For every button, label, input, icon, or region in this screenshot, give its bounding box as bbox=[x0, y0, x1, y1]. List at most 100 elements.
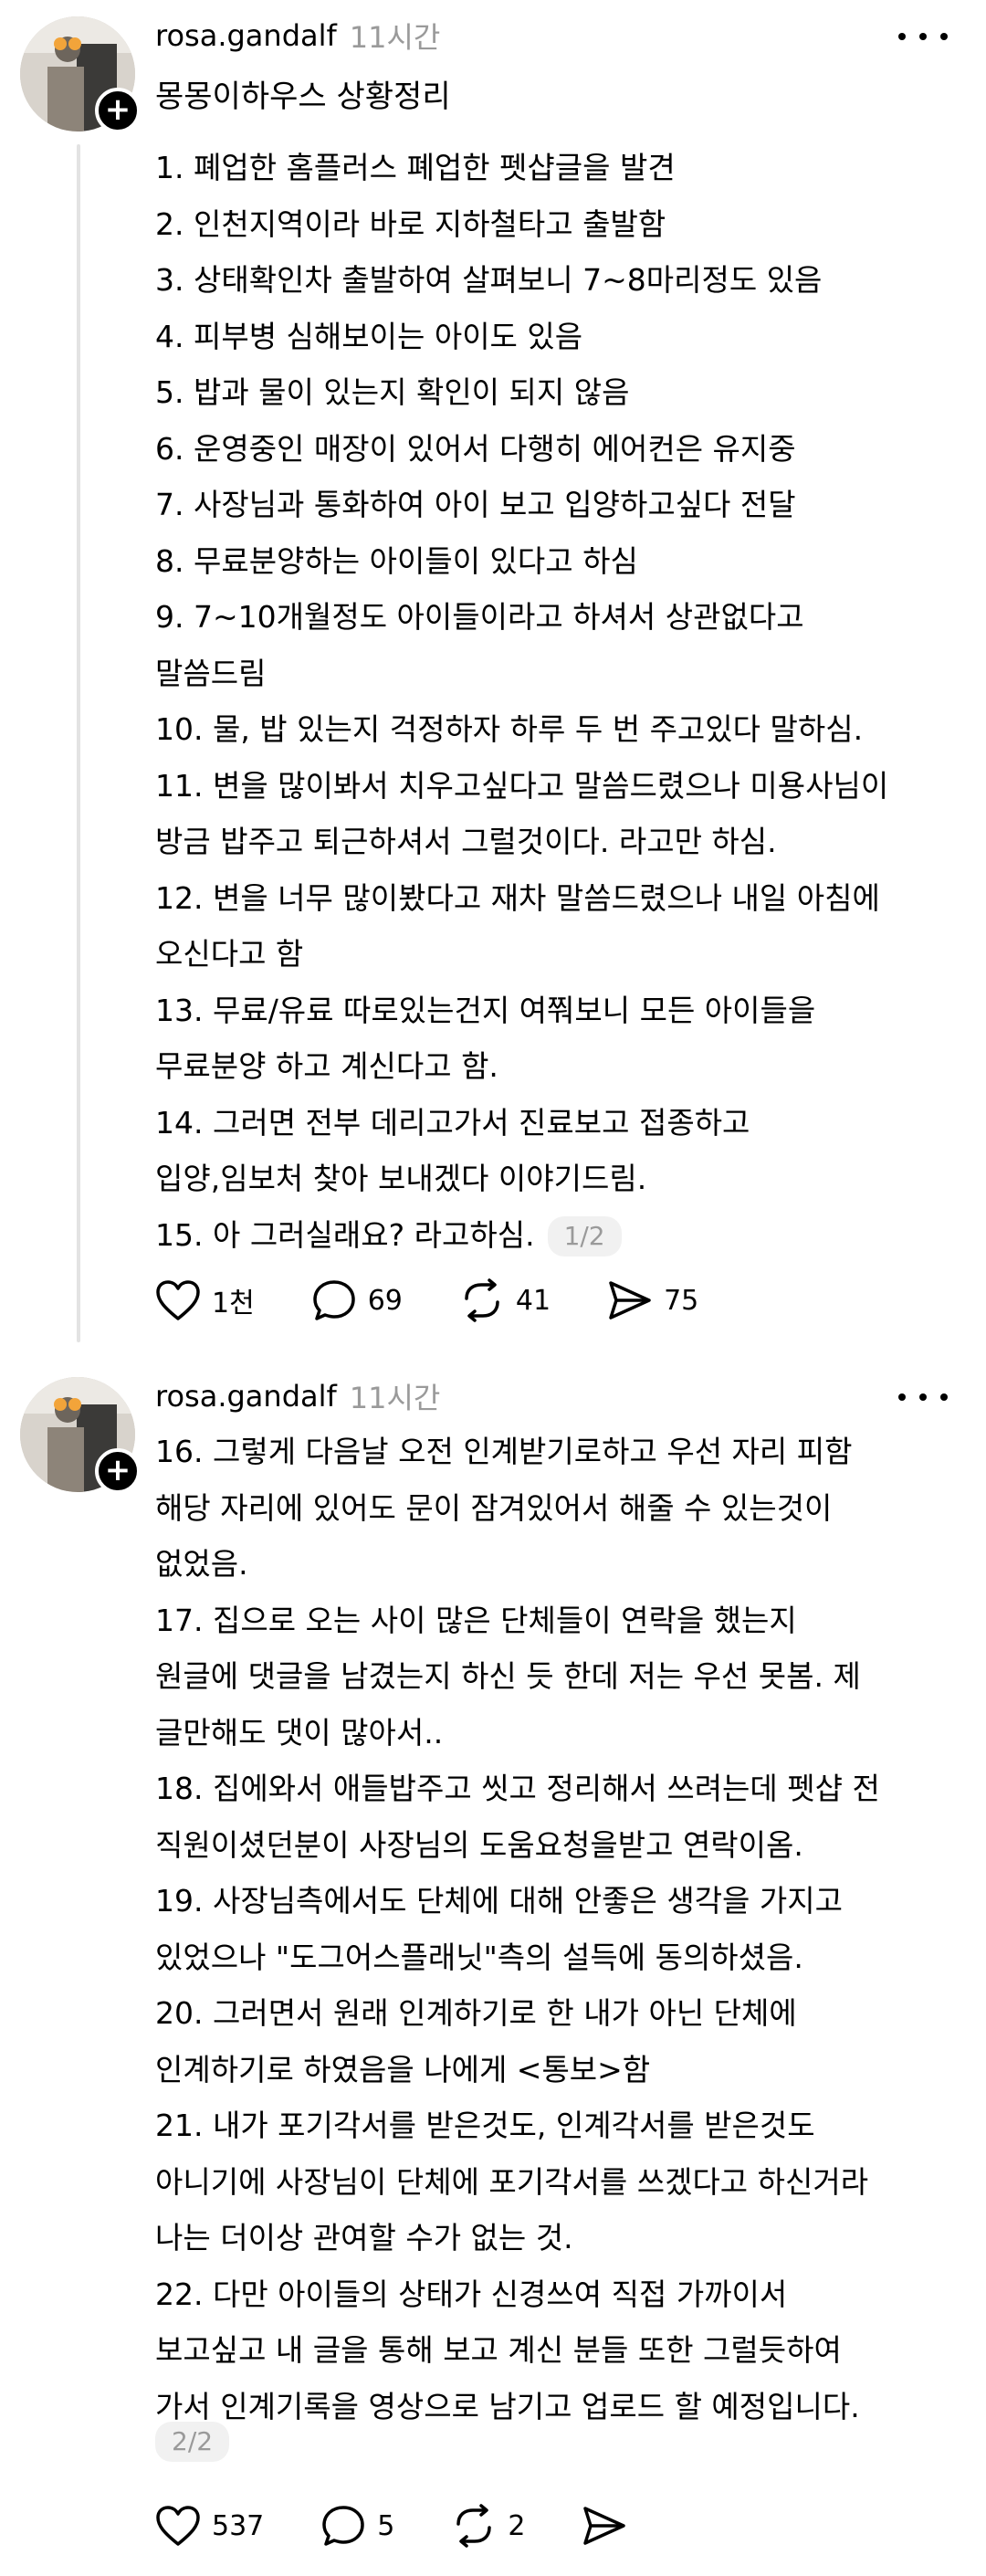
post-line-text: 9. 7~10개월정도 아이들이라고 하셔서 상관없다고 bbox=[155, 599, 804, 635]
post-line-text: 8. 무료분양하는 아이들이 있다고 하심 bbox=[155, 542, 638, 579]
username[interactable]: rosa.gandalf bbox=[155, 18, 337, 53]
post-line: 7. 사장님과 통화하여 아이 보고 입양하고싶다 전달 bbox=[155, 477, 968, 533]
follow-plus-icon[interactable]: + bbox=[95, 88, 141, 133]
page-badge: 1/2 bbox=[547, 1216, 622, 1256]
share-count: 75 bbox=[664, 1284, 699, 1317]
follow-plus-icon[interactable]: + bbox=[95, 1448, 141, 1494]
post-header: rosa.gandalf 11시간 bbox=[155, 1373, 440, 1419]
post-line: 1. 폐업한 홈플러스 폐업한 펫샵글을 발견 bbox=[155, 140, 968, 196]
heart-icon bbox=[156, 2506, 200, 2546]
repost-icon bbox=[456, 2504, 492, 2548]
repost-count: 2 bbox=[508, 2509, 526, 2542]
post-line: 인계하기로 하였음을 나에게 <통보>함 bbox=[155, 2042, 968, 2098]
post-line-text: 14. 그러면 전부 데리고가서 진료보고 접종하고 bbox=[155, 1104, 750, 1141]
share-icon bbox=[583, 2507, 626, 2545]
post-line: 나는 더이상 관여할 수가 없는 것. bbox=[155, 2210, 968, 2266]
post-line-text: 15. 아 그러실래요? 라고하심. bbox=[155, 1216, 535, 1253]
share-icon bbox=[609, 1281, 651, 1320]
post-line: 16. 그렇게 다음날 오전 인계받기로하고 우선 자리 피함 bbox=[155, 1424, 968, 1480]
repost-icon bbox=[465, 1278, 499, 1322]
post-line-text: 21. 내가 포기각서를 받은것도, 인계각서를 받은것도 bbox=[155, 2108, 815, 2143]
post-line: 15. 아 그러실래요? 라고하심. 1/2 bbox=[155, 1207, 968, 1264]
post-line: 20. 그러면서 원래 인계하기로 한 내가 아닌 단체에 bbox=[155, 1985, 968, 2042]
post-line-text: 18. 집에와서 애들밥주고 씻고 정리해서 쓰려는데 펫샵 전 bbox=[155, 1771, 880, 1806]
like-button[interactable]: 537 bbox=[155, 2505, 264, 2547]
post-line-text: 22. 다만 아이들의 상태가 신경쓰여 직접 가까이서 bbox=[155, 2276, 788, 2312]
comment-button[interactable]: 5 bbox=[320, 2504, 394, 2548]
comment-icon bbox=[312, 1280, 355, 1320]
post-line-text: 무료분양 하고 계신다고 함. bbox=[155, 1048, 498, 1084]
post-line-text: 인계하기로 하였음을 나에게 <통보>함 bbox=[155, 2051, 651, 2087]
like-button[interactable]: 1천 bbox=[155, 1279, 255, 1321]
post-line: 8. 무료분양하는 아이들이 있다고 하심 bbox=[155, 533, 968, 590]
page-badge: 2/2 bbox=[155, 2422, 230, 2462]
post-line: 아니기에 사장님이 단체에 포기각서를 쓰겠다고 하신거라 bbox=[155, 2154, 968, 2211]
like-count: 1천 bbox=[212, 1288, 255, 1320]
share-button[interactable]: 75 bbox=[607, 1279, 698, 1321]
post-line-text: 원글에 댓글을 남겼는지 하신 듯 한데 저는 우선 못봄. 제 bbox=[155, 1658, 861, 1694]
post-line-text: 13. 무료/유료 따로있는건지 여쭤보니 모든 아이들을 bbox=[155, 992, 816, 1028]
post-line: 4. 피부병 심해보이는 아이도 있음 bbox=[155, 309, 968, 365]
post-line: 글만해도 댓이 많아서.. bbox=[155, 1705, 968, 1761]
post-line: 입양,임보처 찾아 보내겠다 이야기드림. bbox=[155, 1151, 968, 1207]
post-line: 12. 변을 너무 많이봤다고 재차 말씀드렸으나 내일 아침에 bbox=[155, 870, 968, 927]
comment-count: 69 bbox=[367, 1284, 403, 1317]
post-line-text: 1. 폐업한 홈플러스 폐업한 펫샵글을 발견 bbox=[155, 150, 676, 185]
page-indicator: 2/2 bbox=[155, 2422, 230, 2462]
post-line: 말씀드림 bbox=[155, 646, 968, 702]
post-body: 1. 폐업한 홈플러스 폐업한 펫샵글을 발견 2. 인천지역이라 바로 지하철타… bbox=[155, 140, 968, 1263]
post-line: 가서 인계기록을 영상으로 남기고 업로드 할 예정입니다. bbox=[155, 2379, 968, 2435]
post-line-text: 2. 인천지역이라 바로 지하철타고 출발함 bbox=[155, 205, 666, 242]
post-line-text: 20. 그러면서 원래 인계하기로 한 내가 아닌 단체에 bbox=[155, 1995, 797, 2031]
comment-button[interactable]: 69 bbox=[311, 1278, 403, 1322]
post-line: 3. 상태확인차 출발하여 살펴보니 7~8마리정도 있음 bbox=[155, 252, 968, 309]
post-line: 오신다고 함 bbox=[155, 926, 968, 983]
post-line: 13. 무료/유료 따로있는건지 여쭤보니 모든 아이들을 bbox=[155, 983, 968, 1039]
post-title: 몽몽이하우스 상황정리 bbox=[155, 79, 451, 115]
share-button[interactable] bbox=[582, 2505, 627, 2547]
post-time: 11시간 bbox=[349, 20, 441, 55]
post-line-text: 10. 물, 밥 있는지 걱정하자 하루 두 번 주고있다 말하심. bbox=[155, 711, 864, 747]
post-line: 14. 그러면 전부 데리고가서 진료보고 접종하고 bbox=[155, 1095, 968, 1151]
post-line: 22. 다만 아이들의 상태가 신경쓰여 직접 가까이서 bbox=[155, 2266, 968, 2323]
post-line-text: 7. 사장님과 통화하여 아이 보고 입양하고싶다 전달 bbox=[155, 487, 796, 522]
thread-line bbox=[77, 144, 80, 1342]
post-line-text: 방금 밥주고 퇴근하셔서 그럴것이다. 라고만 하심. bbox=[155, 824, 777, 859]
post-line-text: 말씀드림 bbox=[155, 655, 267, 691]
post-line-text: 있었으나 "도그어스플래닛"측의 설득에 동의하셨음. bbox=[155, 1939, 803, 1975]
post-line: 21. 내가 포기각서를 받은것도, 인계각서를 받은것도 bbox=[155, 2098, 968, 2154]
repost-count: 41 bbox=[515, 1284, 551, 1317]
post-header: rosa.gandalf 11시간 bbox=[155, 13, 440, 58]
post-line-text: 6. 운영중인 매장이 있어서 다행히 에어컨은 유지중 bbox=[155, 430, 796, 467]
post-line-text: 19. 사장님측에서도 단체에 대해 안좋은 생각을 가지고 bbox=[155, 1883, 843, 1919]
post-line: 해당 자리에 있어도 문이 잠겨있어서 해줄 수 있는것이 bbox=[155, 1480, 968, 1537]
repost-button[interactable]: 41 bbox=[459, 1278, 551, 1322]
more-options-icon[interactable] bbox=[895, 1378, 959, 1414]
post-line: 17. 집으로 오는 사이 많은 단체들이 연락을 했는지 bbox=[155, 1593, 968, 1649]
post-line: 없었음. bbox=[155, 1536, 968, 1593]
post-line-text: 17. 집으로 오는 사이 많은 단체들이 연락을 했는지 bbox=[155, 1602, 797, 1638]
post-line-text: 나는 더이상 관여할 수가 없는 것. bbox=[155, 2220, 573, 2255]
post-line: 있었으나 "도그어스플래닛"측의 설득에 동의하셨음. bbox=[155, 1929, 968, 1986]
post-line: 무료분양 하고 계신다고 함. bbox=[155, 1038, 968, 1095]
thread-post-2: + rosa.gandalf 11시간 16. 그렇게 다음날 오전 인계받기로… bbox=[0, 1361, 986, 2576]
action-bar: 1천 69 41 75 bbox=[155, 1273, 755, 1328]
username[interactable]: rosa.gandalf bbox=[155, 1379, 337, 1414]
post-line: 6. 운영중인 매장이 있어서 다행히 에어컨은 유지중 bbox=[155, 421, 968, 478]
post-line-text: 아니기에 사장님이 단체에 포기각서를 쓰겠다고 하신거라 bbox=[155, 2163, 869, 2200]
post-line-text: 16. 그렇게 다음날 오전 인계받기로하고 우선 자리 피함 bbox=[155, 1434, 853, 1469]
post-line: 2. 인천지역이라 바로 지하철타고 출발함 bbox=[155, 196, 968, 253]
post-line: 18. 집에와서 애들밥주고 씻고 정리해서 쓰려는데 펫샵 전 bbox=[155, 1761, 968, 1817]
post-line-text: 글만해도 댓이 많아서.. bbox=[155, 1714, 444, 1751]
post-line: 직원이셨던분이 사장님의 도움요청을받고 연락이옴. bbox=[155, 1817, 968, 1874]
post-line: 19. 사장님측에서도 단체에 대해 안좋은 생각을 가지고 bbox=[155, 1873, 968, 1929]
repost-button[interactable]: 2 bbox=[451, 2504, 525, 2548]
post-line: 원글에 댓글을 남겼는지 하신 듯 한데 저는 우선 못봄. 제 bbox=[155, 1648, 968, 1705]
post-line: 5. 밥과 물이 있는지 확인이 되지 않음 bbox=[155, 364, 968, 421]
comment-count: 5 bbox=[377, 2509, 395, 2542]
more-options-icon[interactable] bbox=[895, 17, 959, 54]
post-line: 보고싶고 내 글을 통해 보고 계신 분들 또한 그럴듯하여 bbox=[155, 2322, 968, 2379]
post-line-text: 3. 상태확인차 출발하여 살펴보니 7~8마리정도 있음 bbox=[155, 262, 823, 298]
post-line: 10. 물, 밥 있는지 걱정하자 하루 두 번 주고있다 말하심. bbox=[155, 701, 968, 758]
post-line-text: 12. 변을 너무 많이봤다고 재차 말씀드렸으나 내일 아침에 bbox=[155, 879, 880, 916]
